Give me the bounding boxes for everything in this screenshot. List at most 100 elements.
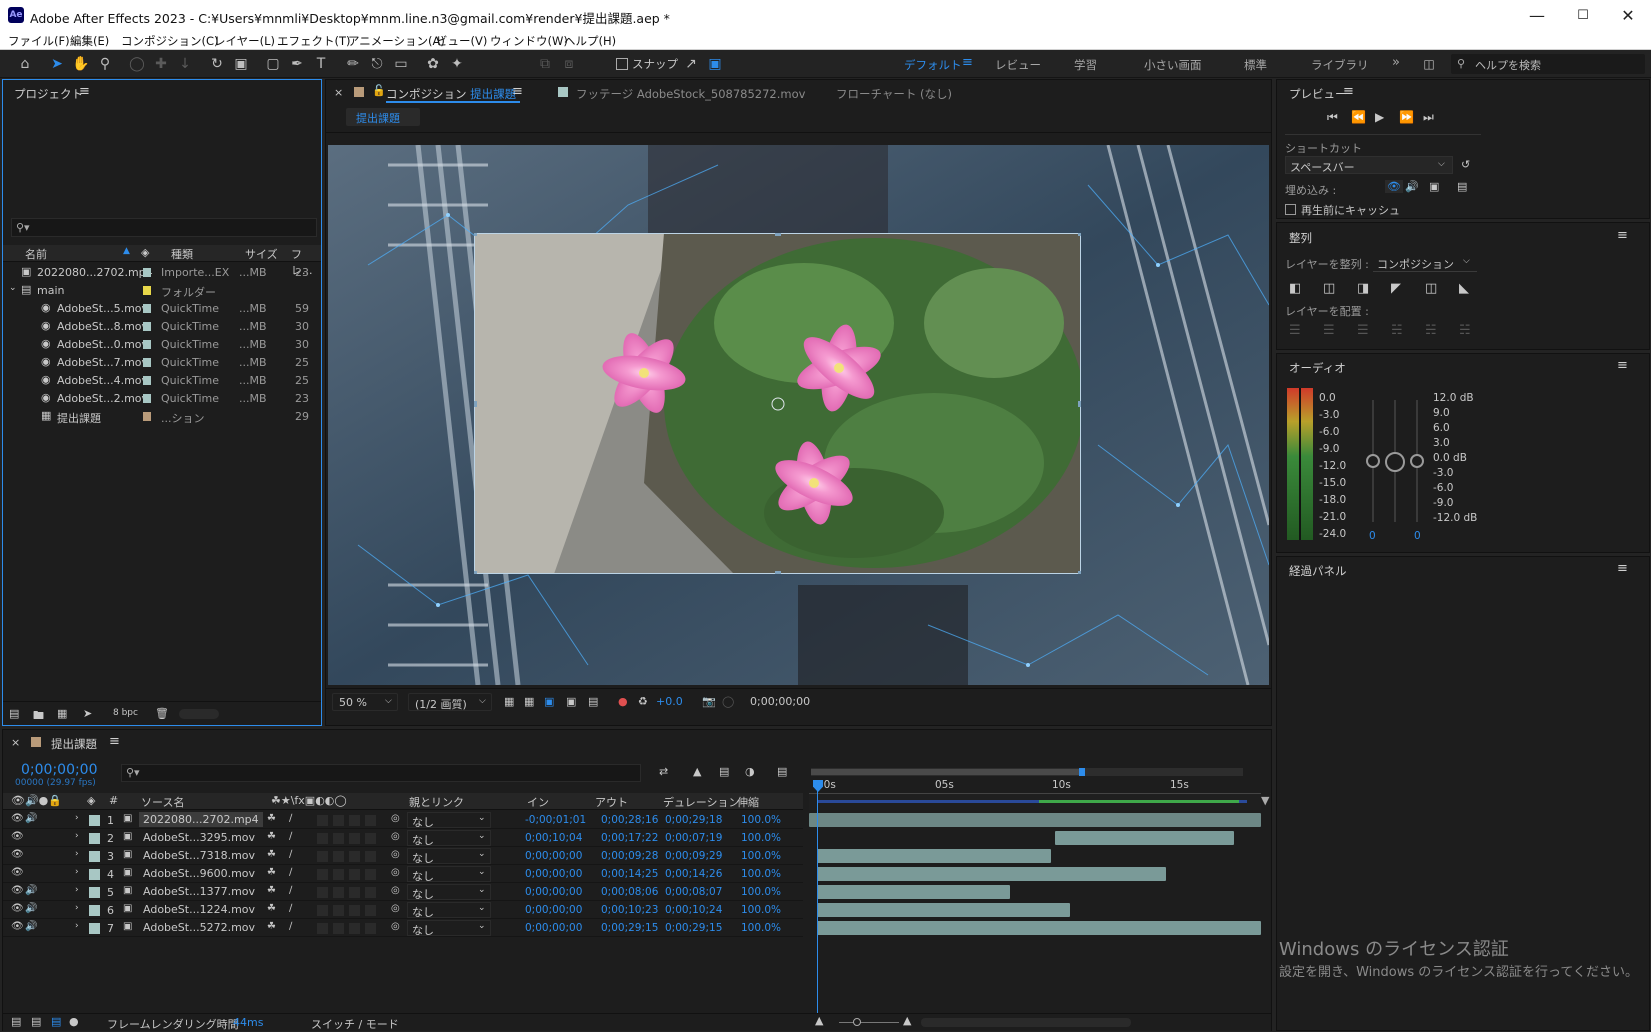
switch-box[interactable] [365, 905, 376, 916]
switches-modes-toggle[interactable]: スイッチ / モード [311, 1016, 399, 1032]
layer-name[interactable]: AdobeSt...1377.mov [139, 884, 259, 899]
expand-layer-icon[interactable]: › [75, 921, 79, 931]
layer-duration-bar[interactable] [817, 921, 1261, 935]
pickwhip-icon[interactable]: ◎ [391, 867, 400, 878]
footage-tab[interactable]: フッテージ AdobeStock_508785272.mov [576, 86, 805, 102]
quality-switch-icon[interactable]: ∕ [289, 849, 292, 860]
label-color-swatch[interactable] [143, 268, 151, 277]
pickwhip-icon[interactable]: ◎ [391, 831, 400, 842]
column-type[interactable]: 種類 [171, 246, 193, 262]
menu-effect[interactable]: エフェクト(T) [277, 33, 351, 49]
distribute-right-icon[interactable]: ☵ [1459, 323, 1471, 338]
rectangle-tool-icon[interactable]: ▢ [264, 55, 282, 73]
switch-box[interactable] [333, 833, 344, 844]
close-tab-icon[interactable]: × [334, 86, 343, 99]
left-volume-value[interactable]: 0 [1369, 530, 1376, 542]
expand-layer-icon[interactable]: › [75, 813, 79, 823]
pickwhip-icon[interactable]: ◎ [391, 813, 400, 824]
switch-box[interactable] [333, 905, 344, 916]
layer-in-point[interactable]: 0;00;00;00 [525, 904, 582, 916]
label-color-swatch[interactable] [143, 358, 151, 367]
audio-toggle-icon[interactable]: 🔊 [1405, 180, 1419, 193]
shy-layers-icon[interactable]: ▲ [693, 765, 701, 778]
layer-out-point[interactable]: 0;00;10;23 [601, 904, 658, 916]
new-folder-icon[interactable]: 🖿 [33, 707, 44, 726]
project-item[interactable]: ◉ AdobeSt...8.mov QuickTime ...MB 30 [3, 317, 321, 336]
video-toggle-icon[interactable]: 👁 [1385, 180, 1403, 193]
switch-box[interactable] [365, 923, 376, 934]
switch-box[interactable] [333, 887, 344, 898]
layer-stretch[interactable]: 100.0% [741, 904, 781, 916]
menu-edit[interactable]: 編集(E) [70, 33, 109, 49]
layer-duration-bar[interactable] [817, 867, 1166, 881]
layer-name[interactable]: AdobeSt...1224.mov [139, 902, 259, 917]
audio-toggle-icon[interactable]: 🔊 [25, 921, 37, 932]
comp-breadcrumb[interactable]: 提出課題 [346, 108, 420, 126]
panel-menu-icon[interactable]: ≡ [512, 84, 523, 99]
layer-duration[interactable]: 0;00;29;15 [665, 922, 722, 934]
layer-in-point[interactable]: 0;00;00;00 [525, 850, 582, 862]
layer-in-point[interactable]: 0;00;00;00 [525, 922, 582, 934]
label-color-swatch[interactable] [89, 923, 100, 934]
motion-blur-icon[interactable]: ◑ [745, 765, 755, 778]
first-frame-icon[interactable]: ⏮ [1327, 110, 1338, 125]
layer-stretch[interactable]: 100.0% [741, 832, 781, 844]
project-search-input[interactable]: ⚲▾ [11, 218, 317, 237]
layer-name[interactable]: AdobeSt...9600.mov [139, 866, 259, 881]
expand-layer-icon[interactable]: › [75, 867, 79, 877]
shy-switch-icon[interactable]: ☘ [267, 849, 276, 860]
switch-box[interactable] [317, 833, 328, 844]
shortcut-dropdown[interactable]: スペースバー ⌵ [1285, 156, 1453, 174]
label-color-swatch[interactable] [89, 887, 100, 898]
timeline-zoom-slider[interactable] [839, 1022, 899, 1023]
orbit-camera-icon[interactable]: ◯ [128, 55, 146, 73]
label-color-swatch[interactable] [143, 394, 151, 403]
cache-before-playback-checkbox[interactable] [1285, 204, 1296, 215]
switch-box[interactable] [317, 869, 328, 880]
layer-duration-bar[interactable] [817, 885, 1010, 899]
layer-out-point[interactable]: 0;00;08;06 [601, 886, 658, 898]
layer-out-point[interactable]: 0;00;29;15 [601, 922, 658, 934]
work-area-end-handle[interactable] [1079, 768, 1085, 776]
maximize-button[interactable]: ☐ [1560, 0, 1606, 31]
home-icon[interactable]: ⌂ [16, 55, 34, 73]
pickwhip-icon[interactable]: ◎ [391, 885, 400, 896]
layer-stretch[interactable]: 100.0% [741, 868, 781, 880]
timeline-scrollbar[interactable] [921, 1018, 1131, 1027]
panel-menu-icon[interactable]: ≡ [1617, 561, 1628, 576]
panel-menu-icon[interactable]: ≡ [1343, 84, 1354, 99]
layer-duration[interactable]: 0;00;29;18 [665, 814, 722, 826]
last-frame-icon[interactable]: ⏭ [1423, 110, 1434, 125]
right-volume-slider[interactable] [1410, 454, 1424, 468]
exposure-value[interactable]: +0.0 [656, 695, 683, 708]
workspace-review[interactable]: レビュー [995, 57, 1041, 73]
parent-dropdown[interactable]: なし ⌄ [407, 920, 491, 937]
layer-name[interactable]: AdobeSt...5272.mov [139, 920, 259, 935]
layer-row[interactable]: 👁 🔊 › 6 ▣ AdobeSt...1224.mov ☘ ∕ ◎ なし ⌄ 0;00;00;00 0… [3, 901, 803, 919]
comp-tab[interactable]: コンポジション 提出課題 [386, 86, 516, 102]
layer-duration-track-area[interactable] [809, 811, 1261, 951]
layer-duration[interactable]: 0;00;08;07 [665, 886, 722, 898]
switch-box[interactable] [317, 887, 328, 898]
composition-canvas[interactable] [328, 145, 1269, 685]
close-window-button[interactable]: ✕ [1605, 0, 1651, 31]
layer-in-point[interactable]: 0;00;00;00 [525, 868, 582, 880]
switch-box[interactable] [365, 869, 376, 880]
layer-name[interactable]: AdobeSt...7318.mov [139, 848, 259, 863]
visibility-eye-icon[interactable]: 👁 [11, 867, 24, 878]
snapshot-camera-icon[interactable]: 📷 [702, 695, 716, 708]
switch-box[interactable] [317, 905, 328, 916]
lock-icon[interactable]: 🔓 [372, 84, 386, 97]
shy-switch-icon[interactable]: ☘ [267, 813, 276, 824]
show-snapshot-icon[interactable]: ◯ [722, 695, 734, 708]
expand-layer-icon[interactable]: › [75, 849, 79, 859]
parent-dropdown[interactable]: なし ⌄ [407, 884, 491, 901]
close-tab-icon[interactable]: × [11, 736, 20, 749]
expand-layer-icon[interactable]: › [75, 831, 79, 841]
reset-exposure-icon[interactable]: ♻ [638, 695, 648, 708]
bit-depth-label[interactable]: 8 bpc [113, 708, 138, 718]
next-frame-icon[interactable]: ⏩ [1399, 110, 1414, 124]
label-color-swatch[interactable] [89, 851, 100, 862]
layer-out-point[interactable]: 0;00;28;16 [601, 814, 658, 826]
shy-switch-icon[interactable]: ☘ [267, 885, 276, 896]
